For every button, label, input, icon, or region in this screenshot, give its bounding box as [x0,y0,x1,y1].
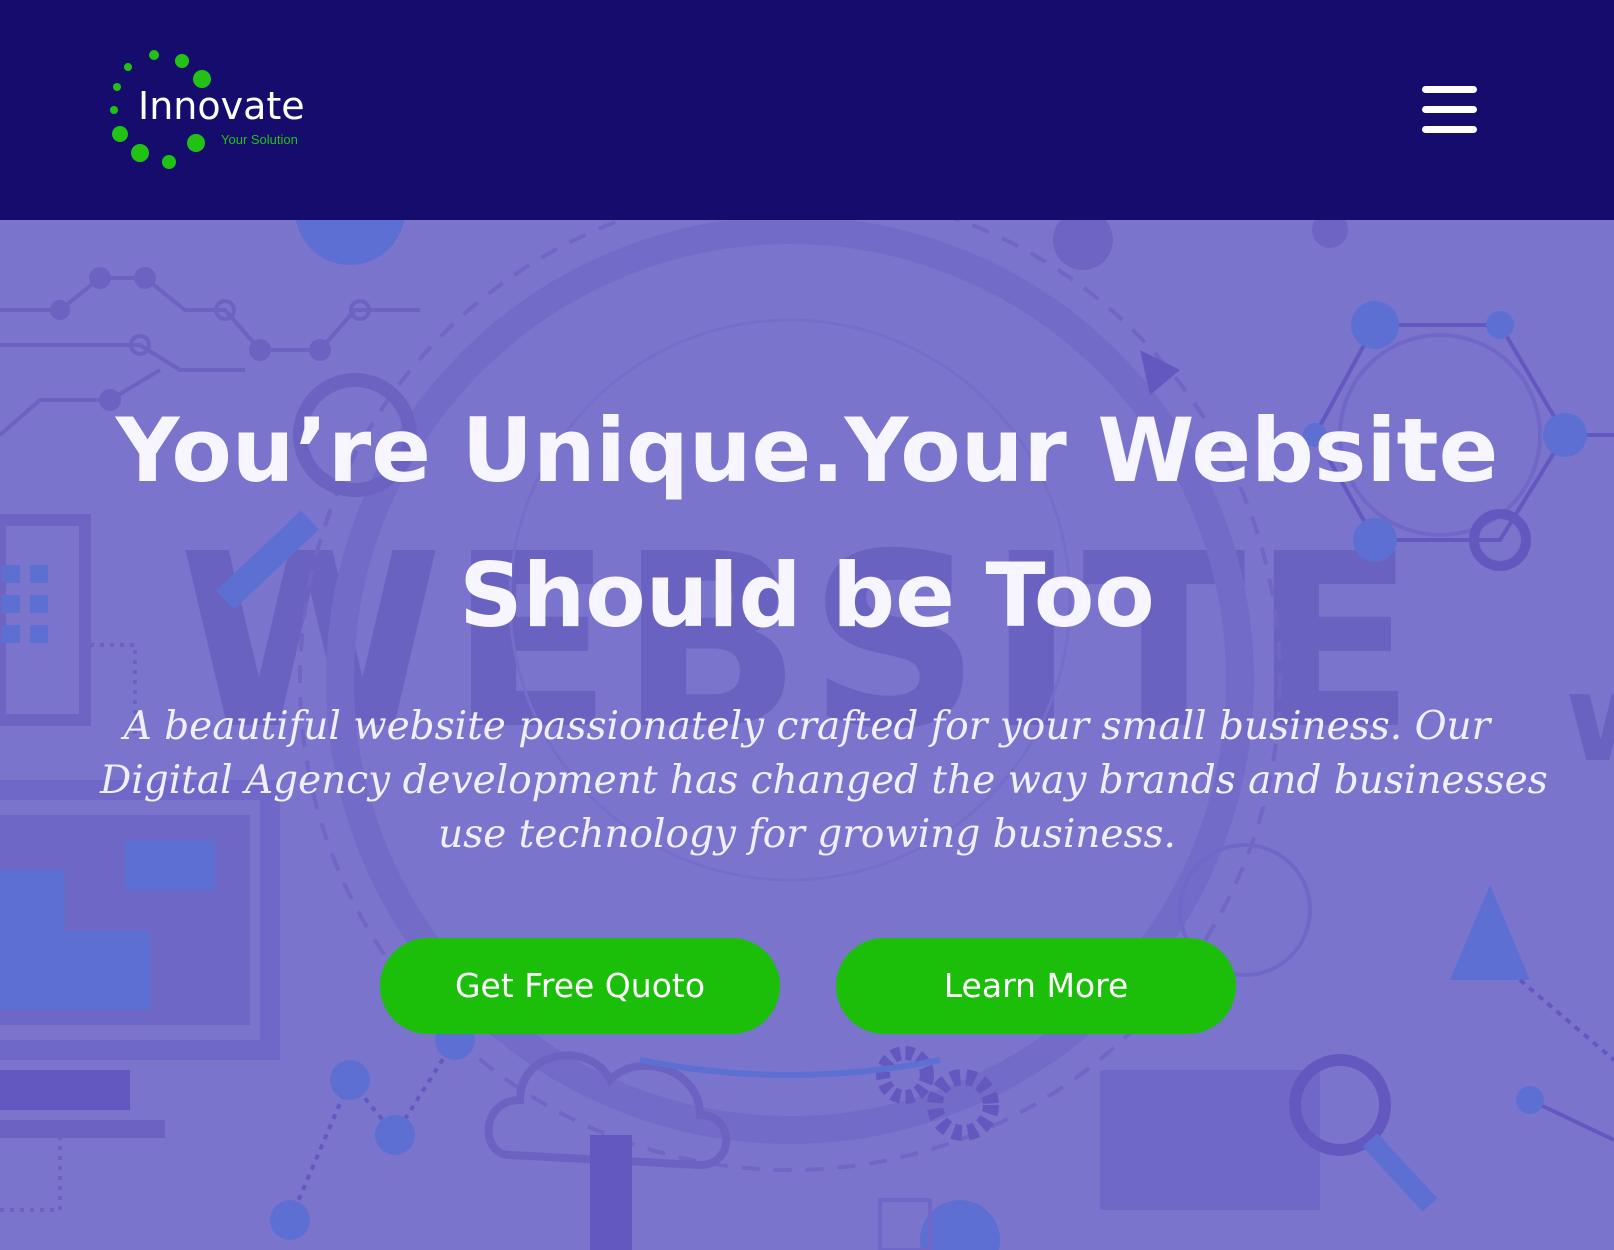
hero-subtitle: A beautiful website passionately crafted… [100,700,1548,862]
learn-more-button[interactable]: Learn More [836,938,1236,1034]
hamburger-menu-icon[interactable] [1422,84,1478,134]
logo-name: Innovate [138,84,305,128]
site-header: Innovate Your Solution [0,0,1614,220]
site-logo[interactable]: Innovate Your Solution [108,46,318,171]
hero-subtitle-line: Digital Agency development has changed t… [100,758,1548,803]
hero-title-line: Should be Too [459,544,1155,647]
hero-title-line: You’re Unique.Your Website [115,399,1499,502]
get-free-quote-button[interactable]: Get Free Quoto [380,938,780,1034]
hero-section: WEBSITE www [0,220,1614,1250]
menu-bar [1422,126,1477,133]
menu-bar [1422,86,1477,93]
menu-bar [1422,106,1477,113]
hero-title: You’re Unique.Your Website Should be Too [0,378,1614,668]
hero-subtitle-line: A beautiful website passionately crafted… [123,704,1491,749]
hero-subtitle-line: use technology for growing business. [438,812,1176,857]
logo-tagline: Your Solution [221,132,298,147]
background-url: www [1565,650,1614,789]
